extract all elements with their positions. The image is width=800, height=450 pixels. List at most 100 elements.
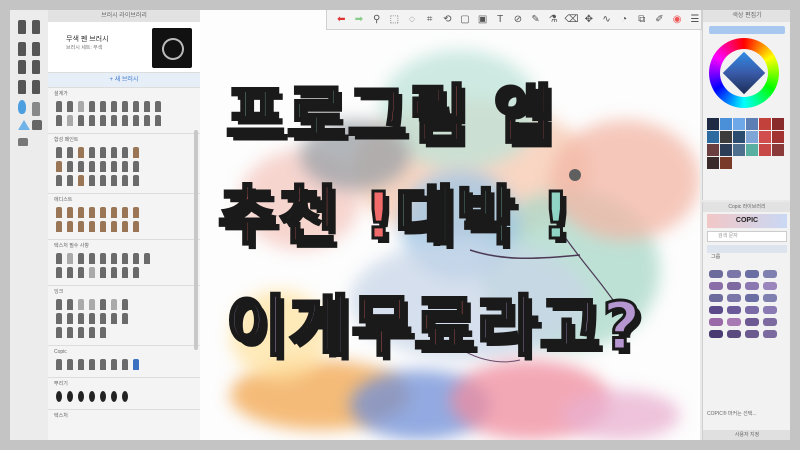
color-swatch[interactable] <box>772 144 784 156</box>
copic-pen-swatch[interactable] <box>763 282 777 290</box>
rect-select-icon[interactable]: ▢ <box>459 10 472 30</box>
copic-pen-swatch[interactable] <box>763 318 777 326</box>
copic-pen-swatch[interactable] <box>709 294 723 302</box>
current-brush-preview: 무색 펜 브러시 브러시 세트: 무색 <box>48 22 200 73</box>
color-swatch[interactable] <box>707 131 719 143</box>
copic-tabs[interactable]: 그룹 <box>707 245 787 260</box>
category-label: Copic <box>54 349 67 355</box>
triangle-tool-icon[interactable] <box>18 120 30 130</box>
text-icon[interactable]: T <box>494 10 507 30</box>
color-swatch[interactable] <box>707 118 719 130</box>
color-swatch[interactable] <box>707 144 719 156</box>
color-swatch[interactable] <box>720 131 732 143</box>
copic-pen-swatch[interactable] <box>763 294 777 302</box>
chalk-tool-icon[interactable] <box>32 80 40 94</box>
current-color-bar[interactable] <box>709 26 785 34</box>
marker-tool-icon[interactable] <box>32 42 40 56</box>
tab-group[interactable]: 그룹 <box>707 254 720 260</box>
color-editor-panel: 색상 편집기 <box>702 10 790 200</box>
color-swatch[interactable] <box>720 118 732 130</box>
brush-thumbnail[interactable] <box>152 28 192 68</box>
copic-pen-swatch[interactable] <box>727 270 741 278</box>
copic-pen-swatch[interactable] <box>709 270 723 278</box>
lasso-icon[interactable]: ◌ <box>406 10 419 30</box>
square-tool-icon[interactable] <box>32 120 42 130</box>
color-swatch[interactable] <box>746 118 758 130</box>
crop-icon[interactable]: ⌗ <box>423 10 436 30</box>
color-swatch[interactable] <box>759 118 771 130</box>
copic-pen-swatch[interactable] <box>709 318 723 326</box>
eyedropper-icon[interactable]: ⚗ <box>547 10 560 30</box>
color-swatch[interactable] <box>707 157 719 169</box>
copic-pen-swatch[interactable] <box>709 330 723 338</box>
eraser-tool-icon[interactable] <box>18 138 28 146</box>
new-brush-button[interactable]: + 새 브러시 <box>48 73 200 88</box>
brush-tool-icon[interactable] <box>18 42 26 56</box>
color-swatch[interactable] <box>746 144 758 156</box>
airbrush-tool-icon[interactable] <box>32 60 40 74</box>
copic-footer-button[interactable]: 사용자 지정 <box>703 430 790 440</box>
redo-icon[interactable]: ➡ <box>353 10 366 30</box>
copic-search-input[interactable]: 검색 문자 <box>707 231 787 242</box>
color-panel-title: 색상 편집기 <box>703 10 790 22</box>
pencil-tool-icon[interactable] <box>32 20 40 34</box>
copic-pen-swatch[interactable] <box>727 282 741 290</box>
category-label: 합성 페인트 <box>54 137 79 143</box>
shape-icon[interactable]: ◔ <box>618 10 631 30</box>
pen-icon[interactable]: ✎ <box>529 10 542 30</box>
library-scrollbar[interactable] <box>194 130 198 350</box>
color-swatch[interactable] <box>720 157 732 169</box>
copic-pen-swatch[interactable] <box>763 306 777 314</box>
copic-pen-swatch[interactable] <box>745 330 759 338</box>
copic-pen-swatch[interactable] <box>763 270 777 278</box>
color-swatch[interactable] <box>733 131 745 143</box>
pen-tool-icon[interactable] <box>18 20 26 34</box>
move-icon[interactable]: ✥ <box>583 10 596 30</box>
copic-pen-swatch[interactable] <box>745 282 759 290</box>
color-icon[interactable]: ◉ <box>671 10 684 30</box>
color-swatch[interactable] <box>720 144 732 156</box>
copic-pen-swatch[interactable] <box>727 294 741 302</box>
copic-pen-swatch[interactable] <box>709 306 723 314</box>
copic-pen-swatch[interactable] <box>727 318 741 326</box>
color-swatch[interactable] <box>733 144 745 156</box>
brush-icon[interactable]: ✐ <box>653 10 666 30</box>
copic-pen-swatch[interactable] <box>745 270 759 278</box>
zoom-icon[interactable]: ⚲ <box>370 10 383 30</box>
water-drop-icon[interactable] <box>18 100 26 114</box>
fill-icon[interactable]: ▣ <box>476 10 489 30</box>
color-swatch[interactable] <box>759 144 771 156</box>
transform-icon[interactable]: ⟲ <box>441 10 454 30</box>
copic-pen-swatch[interactable] <box>745 306 759 314</box>
smudge-tool-icon[interactable] <box>32 102 40 116</box>
brush-category: 합성 페인트 <box>48 134 200 194</box>
top-toolbar: ⬅ ➡ ⚲ ⬚ ◌ ⌗ ⟲ ▢ ▣ T ⊘ ✎ ⚗ ⌫ ✥ ∿ ◔ ⧉ ✐ ◉ … <box>326 10 702 30</box>
menu-icon[interactable]: ☰ <box>688 10 701 30</box>
color-swatch[interactable] <box>772 118 784 130</box>
color-swatch[interactable] <box>746 131 758 143</box>
brush-category: Copic <box>48 346 200 378</box>
copic-pen-swatch[interactable] <box>763 330 777 338</box>
layer-icon[interactable]: ⧉ <box>636 10 649 30</box>
crayon-tool-icon[interactable] <box>18 80 26 94</box>
copic-pen-swatch[interactable] <box>727 330 741 338</box>
copic-pen-swatch[interactable] <box>727 306 741 314</box>
copic-pen-swatch[interactable] <box>745 318 759 326</box>
curve-icon[interactable]: ∿ <box>600 10 613 30</box>
color-swatch[interactable] <box>772 131 784 143</box>
copic-pen-swatch[interactable] <box>709 282 723 290</box>
eraser-icon[interactable]: ⌫ <box>565 10 579 30</box>
brush-category: 뿌리기 <box>48 378 200 410</box>
brush-library-panel: 브러시 라이브러리 무색 펜 브러시 브러시 세트: 무색 + 새 브러시 설계… <box>48 10 201 440</box>
color-swatch[interactable] <box>759 131 771 143</box>
color-wheel[interactable] <box>709 38 779 108</box>
ruler-icon[interactable]: ⊘ <box>512 10 525 30</box>
drawing-canvas[interactable] <box>200 10 700 440</box>
ink-tool-icon[interactable] <box>18 60 26 74</box>
undo-icon[interactable]: ⬅ <box>335 10 348 30</box>
new-brush-label: 새 브러시 <box>114 77 139 83</box>
select-icon[interactable]: ⬚ <box>388 10 401 30</box>
copic-pen-swatch[interactable] <box>745 294 759 302</box>
category-label: 텍스처 필수 사항 <box>54 243 89 249</box>
color-swatch[interactable] <box>733 118 745 130</box>
